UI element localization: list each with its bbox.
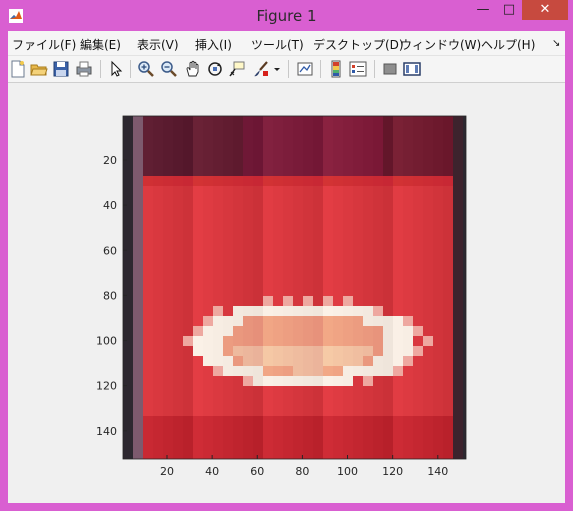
zoom-out-icon[interactable] xyxy=(160,60,178,78)
y-tick-label: 60 xyxy=(103,244,117,257)
show-plot-tools-icon[interactable] xyxy=(403,60,421,78)
save-icon[interactable] xyxy=(52,60,70,78)
close-button[interactable]: ✕ xyxy=(522,0,568,20)
zoom-in-icon[interactable] xyxy=(137,60,155,78)
colorbar-icon[interactable] xyxy=(327,60,345,78)
legend-icon[interactable] xyxy=(349,60,367,78)
y-tick-label: 120 xyxy=(96,380,117,393)
pan-hand-icon[interactable] xyxy=(184,60,202,78)
brush-icon[interactable] xyxy=(252,60,270,78)
axes[interactable]: 20 40 60 80 100 120 140 20 40 60 80 100 120 140 xyxy=(8,83,565,503)
title-bar[interactable]: Figure 1 — □ ✕ xyxy=(0,0,573,32)
figure-window: Figure 1 — □ ✕ ファイル(F) 編集(E) 表示(V) 挿入(I)… xyxy=(0,0,573,511)
x-tick-label: 100 xyxy=(337,465,358,478)
figure-toolbar xyxy=(8,56,565,83)
x-tick-label: 60 xyxy=(250,465,264,478)
menu-tools[interactable]: ツール(T) xyxy=(251,36,304,53)
menu-bar: ファイル(F) 編集(E) 表示(V) 挿入(I) ツール(T) デスクトップ(… xyxy=(8,31,565,56)
brush-dropdown-icon[interactable] xyxy=(273,60,281,78)
y-tick-label: 80 xyxy=(103,289,117,302)
figure-canvas: 20 40 60 80 100 120 140 20 40 60 80 100 120 140 xyxy=(8,83,565,503)
image-display xyxy=(123,116,466,459)
x-tick-label: 40 xyxy=(205,465,219,478)
x-tick-label: 80 xyxy=(295,465,309,478)
minimize-button[interactable]: — xyxy=(470,0,496,20)
toolbar-separator xyxy=(374,60,375,78)
data-cursor-icon[interactable] xyxy=(228,60,246,78)
y-tick-label: 20 xyxy=(103,154,117,167)
y-tick-label: 40 xyxy=(103,199,117,212)
hide-plot-tools-icon[interactable] xyxy=(381,60,399,78)
toolbar-separator xyxy=(100,60,101,78)
menu-edit[interactable]: 編集(E) xyxy=(80,36,121,53)
y-tick-label: 140 xyxy=(96,425,117,438)
y-tick-label: 100 xyxy=(96,335,117,348)
edit-plot-arrow-icon[interactable] xyxy=(107,60,125,78)
x-tick-label: 120 xyxy=(382,465,403,478)
client-area: ファイル(F) 編集(E) 表示(V) 挿入(I) ツール(T) デスクトップ(… xyxy=(8,31,565,503)
toolbar-separator xyxy=(130,60,131,78)
rotate-3d-icon[interactable] xyxy=(206,60,224,78)
menu-file[interactable]: ファイル(F) xyxy=(12,36,76,53)
menu-insert[interactable]: 挿入(I) xyxy=(195,36,232,53)
x-tick-label: 140 xyxy=(427,465,448,478)
menu-overflow-icon[interactable]: ↘ xyxy=(552,38,560,49)
menu-help[interactable]: ヘルプ(H) xyxy=(481,36,535,53)
toolbar-separator xyxy=(288,60,289,78)
new-figure-icon[interactable] xyxy=(9,60,27,78)
open-file-icon[interactable] xyxy=(30,60,48,78)
maximize-button[interactable]: □ xyxy=(496,0,522,20)
link-plot-icon[interactable] xyxy=(296,60,314,78)
menu-desktop[interactable]: デスクトップ(D) xyxy=(313,36,404,53)
x-tick-label: 20 xyxy=(160,465,174,478)
print-icon[interactable] xyxy=(75,60,93,78)
menu-view[interactable]: 表示(V) xyxy=(137,36,179,53)
menu-window[interactable]: ウィンドウ(W) xyxy=(400,36,481,53)
toolbar-separator xyxy=(320,60,321,78)
